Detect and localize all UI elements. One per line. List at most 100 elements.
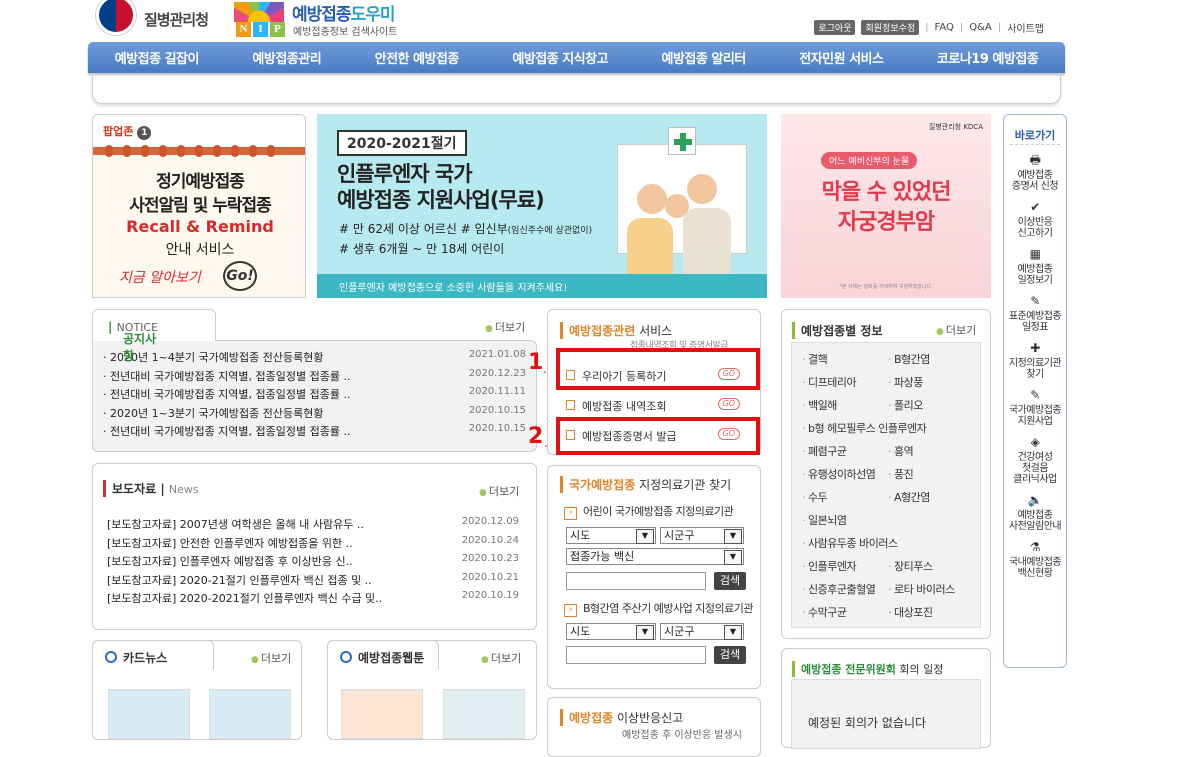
webtoon-more-link[interactable]: 더보기 [481, 650, 521, 666]
vaccine-link[interactable]: 폐렴구균 [802, 443, 847, 459]
tab-webtoon[interactable]: 예방접종웹툰 [327, 640, 439, 670]
nav-e-service[interactable]: 전자민원 서비스 [799, 48, 884, 67]
committee-schedule-panel: 예방접종 전문위원회 회의 일정 예정된 회의가 없습니다 [781, 648, 991, 749]
list-item[interactable]: · 2020년 1~4분기 국가예방접종 전산등록현황 2021.01.08 [103, 349, 526, 368]
nav-management[interactable]: 예방접종관리 [252, 48, 321, 67]
nav-safe[interactable]: 안전한 예방접종 [375, 48, 460, 67]
medical-cross-icon [668, 127, 696, 155]
spiral-binding [105, 145, 275, 157]
vaccine-link[interactable]: b형 헤모필루스 인플루엔자 [802, 420, 927, 436]
vaccine-link[interactable]: 일본뇌염 [802, 512, 847, 528]
list-item[interactable]: [보도참고자료] 안전한 인플루엔자 예방접종을 위한 .. 2020.10.24 [107, 535, 519, 554]
quick-item[interactable]: ⚗ 국내예방접종 백신현황 [1004, 540, 1066, 579]
site-logo[interactable]: N I P 예방접종도우미 예방접종정보 검색사이트 [234, 0, 424, 38]
flu-vaccination-banner[interactable]: 2020-2021절기 인플루엔자 국가 예방접종 지원사업(무료) # 만 6… [317, 114, 767, 298]
popup-count-badge[interactable]: 1 [137, 126, 152, 140]
vial-icon: ⚗ [1029, 540, 1041, 554]
vaccine-link[interactable]: 디프테리아 [802, 374, 857, 390]
list-item[interactable]: [보도참고자료] 인플루엔자 예방접종 후 이상반응 신.. 2020.10.23 [107, 553, 519, 572]
member-edit-button[interactable]: 회원정보수정 [861, 20, 920, 35]
tab-notice[interactable]: 공지사항 | NOTICE [92, 309, 216, 363]
hepb-search-input[interactable] [566, 646, 706, 664]
hospital-search-button[interactable]: 검색 [714, 572, 746, 590]
vaccine-link[interactable]: 신증후군출혈열 [802, 581, 876, 597]
vaccine-link[interactable]: 로타 바이러스 [888, 581, 955, 597]
kdca-logo[interactable]: 질병관리청 [96, 0, 226, 38]
list-item[interactable]: · 전년대비 국가예방접종 지역별, 접종일정별 접종률 .. 2020.10.1… [103, 423, 526, 442]
speaker-icon: 🔈 [1027, 493, 1043, 507]
logout-button[interactable]: 로그아웃 [814, 20, 856, 35]
go-button[interactable]: GO [717, 398, 740, 410]
hospital-icon: ✚ [1030, 341, 1040, 355]
adverse-report-panel[interactable]: 예방접종 이상반응신고 예방접종 후 이상반응 발생시 [547, 697, 761, 757]
vaccine-link[interactable]: 수두 [802, 489, 828, 505]
press-list: [보도참고자료] 2007년생 여학생은 올해 내 사람유두 .. 2020.12… [107, 516, 519, 609]
vaccine-link[interactable]: 장티푸스 [888, 558, 933, 574]
quick-item-label: 예방접종 일정보기 [1017, 264, 1053, 286]
sitemap-link[interactable]: 사이트맵 [1007, 20, 1044, 35]
org-name: 질병관리청 [144, 10, 209, 29]
list-item[interactable]: [보도참고자료] 2020-2021절기 인플루엔자 백신 수급 및.. 2020… [107, 590, 519, 609]
sido-select[interactable]: 시도 [566, 527, 656, 544]
quick-item[interactable]: ✚ 지정의료기관 찾기 [1004, 341, 1066, 380]
vaccine-link[interactable]: 결핵 [802, 351, 828, 367]
nav-guide[interactable]: 예방접종 길잡이 [115, 48, 200, 67]
list-item[interactable]: [보도참고자료] 2007년생 여학생은 올해 내 사람유두 .. 2020.12… [107, 516, 519, 535]
quick-item[interactable]: ◈ 건강여성 첫걸음 클리닉사업 [1004, 435, 1066, 485]
vaccine-link[interactable]: 사람유두종 바이러스 [802, 535, 898, 551]
quick-item[interactable]: ✔ 이상반응 신고하기 [1004, 200, 1066, 239]
vaccine-link[interactable]: A형간염 [888, 489, 930, 505]
hepb-sido-select[interactable]: 시도 [566, 623, 656, 640]
vaccine-link[interactable]: 대상포진 [888, 604, 933, 620]
nav-alerter[interactable]: 예방접종 알리터 [662, 48, 747, 67]
vaccine-link[interactable]: 백일해 [802, 397, 837, 413]
vaccine-link[interactable]: 폴리오 [888, 397, 923, 413]
quick-item-label: 예방접종 증명서 신청 [1011, 170, 1059, 192]
quick-item[interactable]: ▦ 예방접종 일정보기 [1004, 247, 1066, 286]
hepb-search-button[interactable]: 검색 [714, 646, 746, 664]
quick-item[interactable]: ✎ 국가예방접종 지원사업 [1004, 388, 1066, 427]
quick-item-label: 이상반응 신고하기 [1017, 217, 1053, 239]
card-news-thumbnail[interactable] [209, 689, 291, 739]
faq-link[interactable]: FAQ [935, 22, 954, 33]
hepb-sigungu-select[interactable]: 시군구 [660, 623, 744, 640]
kdca-logo-small: 질병관리청 KDCA [928, 123, 983, 131]
vaccine-link[interactable]: 홍역 [888, 443, 914, 459]
list-item[interactable]: · 전년대비 국가예방접종 지역별, 접종일정별 접종률 .. 2020.11.1… [103, 386, 526, 405]
vaccine-info-more-link[interactable]: 더보기 [936, 322, 976, 338]
annotation-box-2 [556, 417, 760, 455]
press-more-link[interactable]: 더보기 [479, 483, 519, 499]
vaccination-history-link[interactable]: 예방접종 내역조회 GO [564, 397, 746, 415]
card-news-thumbnail[interactable] [108, 689, 190, 739]
tab-card-news[interactable]: 카드뉴스 [92, 640, 214, 670]
kdca-emblem-icon [96, 0, 136, 35]
quick-item[interactable]: ✎ 표준예방접종 일정표 [1004, 294, 1066, 333]
vaccine-link[interactable]: 파상풍 [888, 374, 923, 390]
card-news-more-link[interactable]: 더보기 [251, 650, 291, 666]
quick-item-label: 표준예방접종 일정표 [1008, 311, 1062, 333]
season-tag: 2020-2021절기 [337, 130, 467, 156]
vaccine-info-panel: 예방접종별 정보 더보기 결핵디프테리아백일해 b형 헤모필루스 인플루엔자폐렴구… [781, 309, 991, 639]
vaccine-select[interactable]: 접종가능 백신 [566, 548, 744, 565]
quick-item[interactable]: 🔈 예방접종 사전알림안내 [1004, 493, 1066, 532]
list-item[interactable]: [보도참고자료] 2020-21절기 인플루엔자 백신 접종 및 .. 2020.… [107, 572, 519, 591]
vaccine-link[interactable]: 수막구균 [802, 604, 847, 620]
vaccine-link[interactable]: B형간염 [888, 351, 930, 367]
quick-item[interactable]: 🖶 예방접종 증명서 신청 [1004, 153, 1066, 192]
vaccine-link[interactable]: 유행성이하선염 [802, 466, 876, 482]
vaccine-link[interactable]: 인플루엔자 [802, 558, 857, 574]
webtoon-thumbnail[interactable] [341, 689, 423, 739]
nav-knowledge[interactable]: 예방접종 지식창고 [512, 48, 608, 67]
sigungu-select[interactable]: 시군구 [660, 527, 744, 544]
hpv-banner[interactable]: 질병관리청 KDCA 어느 예비신부의 눈물 막을 수 있었던 자궁경부암 *본… [781, 114, 991, 298]
webtoon-panel: 예방접종웹툰 더보기 [327, 640, 537, 740]
list-item[interactable]: · 2020년 1~3분기 국가예방접종 전산등록현황 2020.10.15 [103, 405, 526, 424]
webtoon-thumbnail[interactable] [443, 689, 525, 739]
qa-link[interactable]: Q&A [969, 22, 992, 33]
recall-remind-banner[interactable]: 정기예방접종 사전알림 및 누락접종 Recall & Remind 안내 서비… [93, 145, 305, 297]
notice-more-link[interactable]: 더보기 [485, 319, 525, 335]
vaccine-link[interactable]: 풍진 [888, 466, 914, 482]
nav-covid19[interactable]: 코로나19 예방접종 [937, 48, 1039, 67]
hospital-search-input[interactable] [566, 572, 706, 590]
list-item[interactable]: · 전년대비 국가예방접종 지역별, 접종일정별 접종률 .. 2020.12.2… [103, 368, 526, 387]
